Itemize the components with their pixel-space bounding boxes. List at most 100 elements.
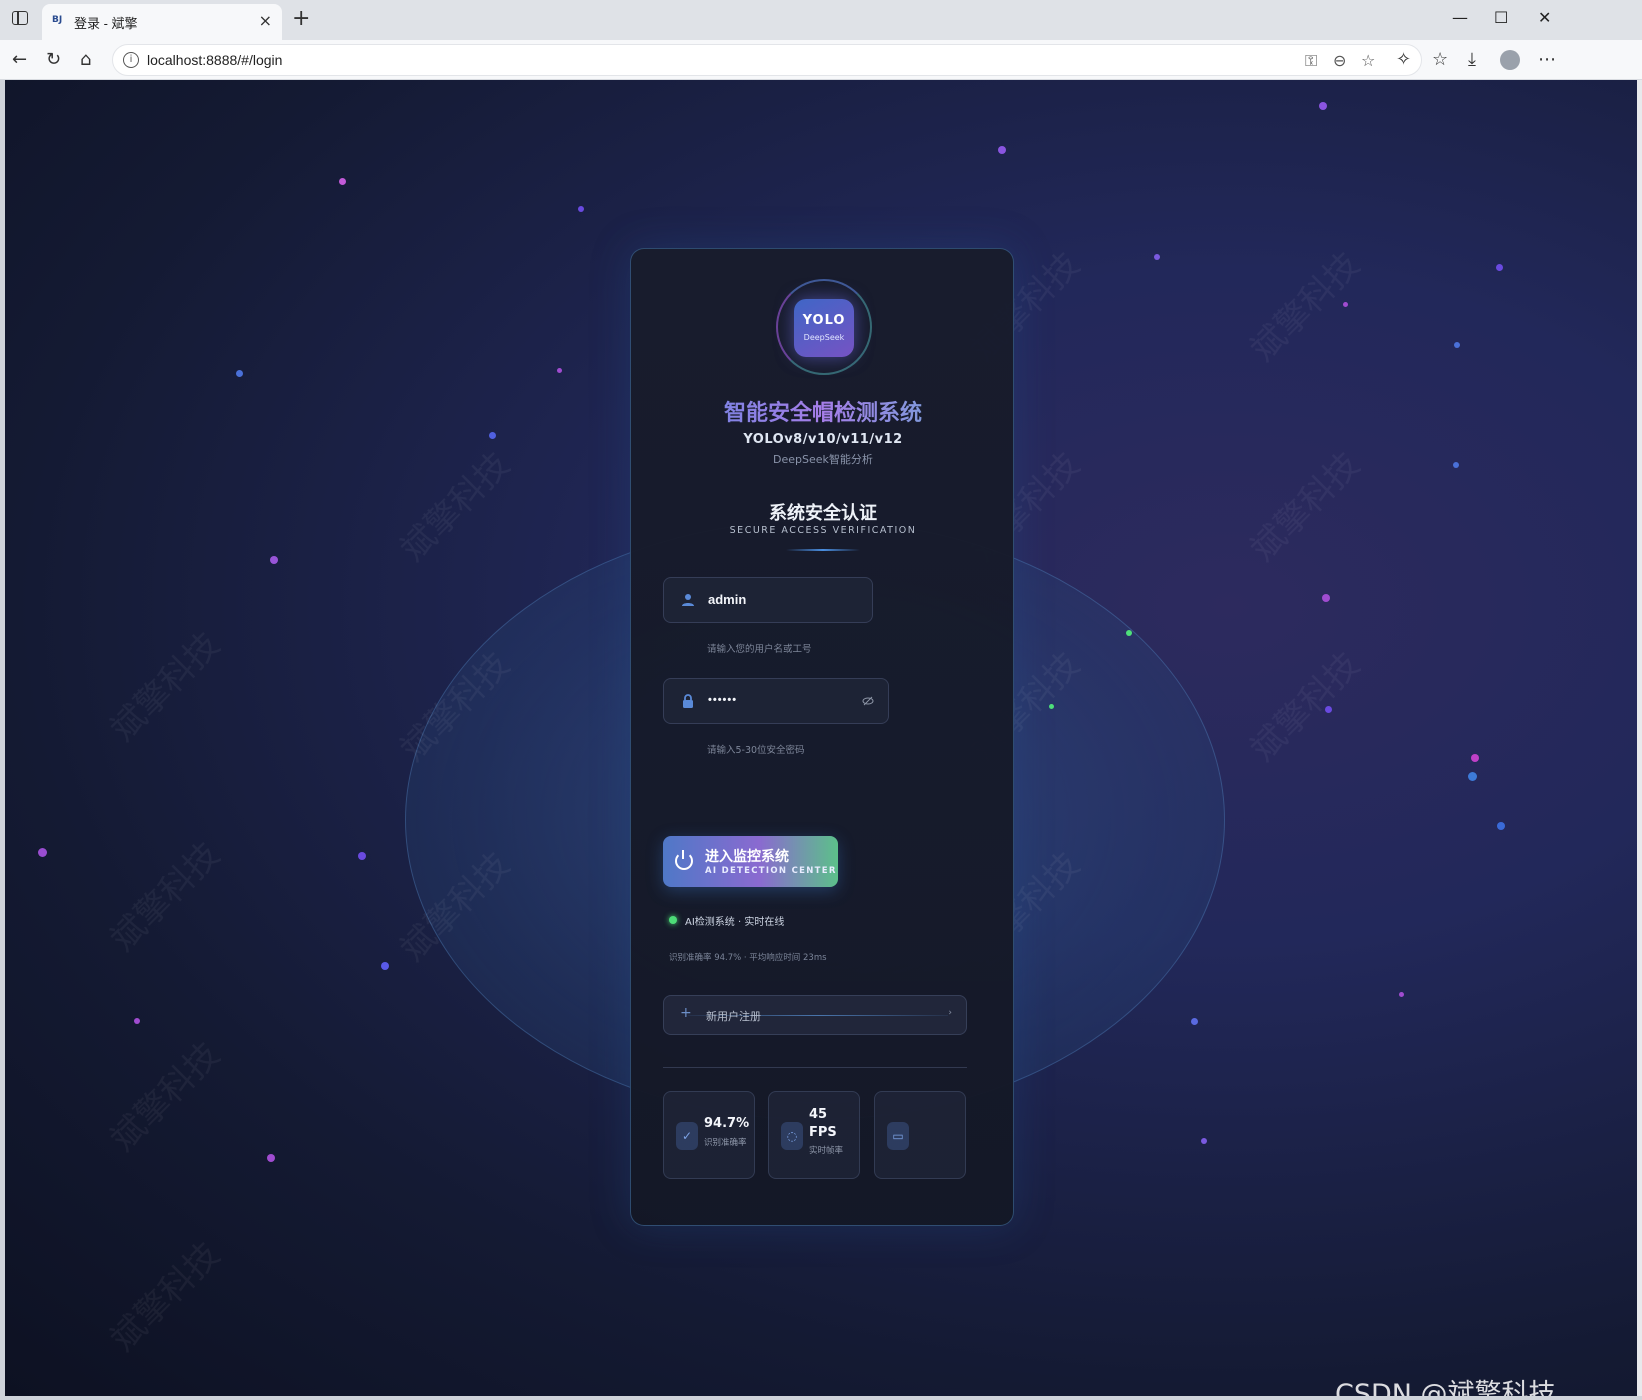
metric-value: 94.7% — [704, 1116, 750, 1131]
star-particle — [339, 178, 346, 185]
user-icon — [682, 594, 694, 606]
site-info-icon[interactable]: i — [123, 52, 139, 68]
stats-summary: 识别准确率 94.7% · 平均响应时间 23ms — [669, 953, 827, 963]
star-particle — [1496, 264, 1503, 271]
star-particle — [1468, 772, 1477, 781]
watermark: 斌擎科技 — [103, 624, 228, 750]
system-status-text: AI检测系统 · 实时在线 — [685, 917, 785, 928]
watermark: 斌擎科技 — [103, 1234, 228, 1360]
close-window-button[interactable]: ✕ — [1538, 8, 1551, 27]
refresh-icon: ◌ — [781, 1122, 803, 1150]
star-particle — [1343, 302, 1348, 307]
system-title: 智能安全帽检测系统 — [631, 395, 1015, 427]
watermark: 斌擎科技 — [393, 444, 518, 570]
sidebar-toggle-icon[interactable] — [12, 11, 28, 25]
star-particle — [1471, 754, 1479, 762]
star-particle — [1454, 342, 1460, 348]
tab-close-icon[interactable]: × — [259, 11, 272, 30]
favorite-star-icon[interactable]: ☆ — [1361, 51, 1375, 70]
star-particle — [1453, 462, 1459, 468]
watermark: 斌擎科技 — [1243, 244, 1368, 370]
yolo-logo: YOLO DeepSeek — [794, 299, 854, 357]
watermark: 斌擎科技 — [1243, 644, 1368, 770]
plus-icon: + — [680, 1005, 692, 1021]
address-bar[interactable]: i localhost:8888/#/login ⚿ ⊖ ☆ — [112, 44, 1422, 76]
star-particle — [381, 962, 389, 970]
password-field[interactable]: •••••• — [663, 678, 889, 724]
more-menu-icon[interactable]: ⋯ — [1538, 50, 1556, 70]
reload-icon[interactable]: ↻ — [46, 50, 61, 70]
star-particle — [1319, 102, 1327, 110]
register-button[interactable]: + 新用户注册 › — [663, 995, 967, 1035]
browser-tab-bar: BJ 登录 - 斌擎 × + — ☐ ✕ — [0, 0, 1642, 40]
extensions-icon[interactable]: ✧ — [1396, 50, 1411, 70]
lock-icon — [683, 694, 693, 708]
zoom-icon[interactable]: ⊖ — [1333, 51, 1346, 70]
page-scrollbar[interactable] — [1637, 80, 1642, 1396]
password-hint: 请输入5-30位安全密码 — [707, 745, 805, 756]
title-underline — [786, 549, 860, 551]
star-particle — [38, 848, 47, 857]
username-hint: 请输入您的用户名或工号 — [707, 644, 812, 655]
chevron-right-icon: › — [948, 1008, 952, 1018]
deepseek-subtitle: DeepSeek智能分析 — [773, 453, 873, 466]
divider — [663, 1067, 967, 1068]
username-field[interactable]: admin — [663, 577, 873, 623]
browser-toolbar: ← ↻ ⌂ i localhost:8888/#/login ⚿ ⊖ ☆ ✧ ☆… — [0, 40, 1642, 80]
maximize-button[interactable]: ☐ — [1494, 8, 1508, 27]
star-particle — [1126, 630, 1132, 636]
enter-system-button[interactable]: 进入监控系统 AI DETECTION CENTER — [663, 836, 838, 887]
favorites-icon[interactable]: ☆ — [1432, 50, 1448, 70]
metric-card-accuracy: ✓ 94.7% 识别准确率 — [663, 1091, 755, 1179]
username-input[interactable]: admin — [708, 592, 746, 607]
enter-button-label: 进入监控系统 — [705, 849, 789, 865]
star-particle — [134, 1018, 140, 1024]
star-particle — [1497, 822, 1505, 830]
favicon-icon: BJ — [52, 15, 63, 25]
star-particle — [1399, 992, 1404, 997]
csdn-credit: CSDN @斌擎科技 — [1335, 1379, 1556, 1396]
logo-text-bottom: DeepSeek — [803, 333, 845, 342]
star-particle — [489, 432, 496, 439]
power-icon — [675, 850, 693, 870]
watermark: 斌擎科技 — [1243, 444, 1368, 570]
online-status-dot — [669, 916, 677, 924]
new-tab-button[interactable]: + — [292, 6, 310, 31]
model-versions: YOLOv8/v10/v11/v12 — [743, 432, 903, 447]
register-label: 新用户注册 — [706, 1010, 761, 1023]
watermark: 斌擎科技 — [103, 1034, 228, 1160]
download-icon[interactable]: ⤓ — [1468, 50, 1476, 70]
profile-avatar[interactable] — [1500, 50, 1520, 70]
auth-title: 系统安全认证 — [769, 503, 877, 524]
login-page: 斌擎科技 斌擎科技 斌擎科技 斌擎科技 斌擎科技 斌擎科技 斌擎科技 斌擎科技 … — [5, 80, 1637, 1396]
check-icon: ✓ — [676, 1122, 698, 1150]
url-text[interactable]: localhost:8888/#/login — [147, 52, 282, 68]
browser-tab[interactable]: BJ 登录 - 斌擎 × — [42, 4, 282, 40]
star-particle — [1201, 1138, 1207, 1144]
watermark: 斌擎科技 — [103, 834, 228, 960]
star-particle — [1154, 254, 1160, 260]
star-particle — [578, 206, 584, 212]
login-card: YOLO DeepSeek 智能安全帽检测系统 YOLOv8/v10/v11/v… — [630, 248, 1014, 1226]
star-particle — [1322, 594, 1330, 602]
auth-subtitle: SECURE ACCESS VERIFICATION — [729, 525, 917, 536]
star-particle — [236, 370, 243, 377]
star-particle — [1191, 1018, 1198, 1025]
home-icon[interactable]: ⌂ — [80, 50, 91, 70]
metric-label: 识别准确率 — [704, 1138, 747, 1148]
metric-card-fps: ◌ 45 FPS 实时帧率 — [768, 1091, 860, 1179]
minimize-button[interactable]: — — [1452, 8, 1468, 27]
back-icon[interactable]: ← — [12, 50, 27, 70]
metric-label: 实时帧率 — [809, 1146, 844, 1156]
star-particle — [998, 146, 1006, 154]
eye-off-icon[interactable] — [862, 695, 874, 707]
star-particle — [557, 368, 562, 373]
metric-card-camera: ▭ — [874, 1091, 966, 1179]
enter-button-sublabel: AI DETECTION CENTER — [705, 866, 837, 876]
star-particle — [270, 556, 278, 564]
logo-text-top: YOLO — [802, 313, 846, 328]
star-particle — [267, 1154, 275, 1162]
key-icon[interactable]: ⚿ — [1305, 51, 1317, 71]
password-input[interactable]: •••••• — [708, 694, 737, 706]
tab-title: 登录 - 斌擎 — [74, 16, 138, 31]
